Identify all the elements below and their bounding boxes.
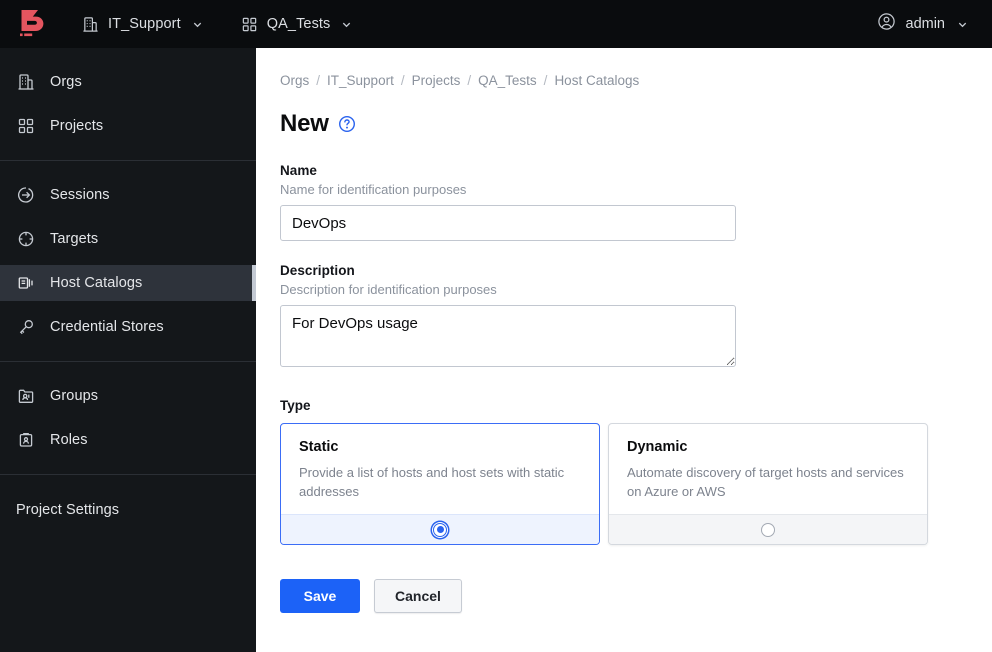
key-icon — [16, 318, 36, 336]
sidebar-item-project-settings[interactable]: Project Settings — [0, 492, 256, 528]
name-help-text: Name for identification purposes — [280, 182, 467, 197]
sidebar-group-global: Orgs Projects — [0, 48, 256, 160]
sidebar-navigation: Orgs Projects Sessions Targets Host Cata… — [0, 48, 256, 652]
sidebar-item-label: Project Settings — [16, 502, 120, 518]
sidebar-item-projects[interactable]: Projects — [0, 108, 256, 144]
host-catalog-icon — [16, 274, 36, 292]
breadcrumb-separator: / — [543, 73, 548, 88]
page-title-row: New — [280, 110, 968, 138]
sidebar-item-label: Targets — [50, 231, 99, 247]
description-help-text: Description for identification purposes — [280, 282, 497, 297]
topnav-org-selector[interactable]: IT_Support — [78, 0, 207, 48]
type-card-body: Dynamic Automate discovery of target hos… — [609, 424, 927, 514]
breadcrumb-separator: / — [467, 73, 472, 88]
sidebar-group-iam: Groups Roles — [0, 362, 256, 474]
sidebar-item-groups[interactable]: Groups — [0, 378, 256, 414]
type-options: Static Provide a list of hosts and host … — [280, 423, 968, 545]
sidebar-item-targets[interactable]: Targets — [0, 221, 256, 257]
content-wrapper: Orgs / IT_Support / Projects / QA_Tests … — [256, 48, 992, 613]
sidebar-item-label: Orgs — [50, 74, 82, 90]
page-title: New — [280, 110, 329, 137]
name-input[interactable] — [280, 205, 736, 241]
sidebar-item-label: Roles — [50, 432, 88, 448]
breadcrumb-separator: / — [400, 73, 405, 88]
sidebar-item-label: Host Catalogs — [50, 275, 143, 291]
roles-badge-icon — [16, 431, 36, 449]
type-field-group: Type Static Provide a list of hosts and … — [280, 398, 968, 545]
name-field-group: Name Name for identification purposes — [280, 163, 968, 241]
sidebar-group-resources: Sessions Targets Host Catalogs Credentia… — [0, 161, 256, 361]
sidebar-item-credential-stores[interactable]: Credential Stores — [0, 309, 256, 345]
user-menu[interactable]: admin — [877, 0, 992, 48]
radio-dot — [436, 526, 444, 533]
type-card-title: Dynamic — [627, 439, 688, 455]
type-card-static[interactable]: Static Provide a list of hosts and host … — [280, 423, 600, 545]
sidebar-item-sessions[interactable]: Sessions — [0, 177, 256, 213]
boundary-logo[interactable] — [0, 0, 64, 48]
sidebar-item-orgs[interactable]: Orgs — [0, 64, 256, 100]
type-radio-static[interactable] — [433, 522, 447, 537]
breadcrumb-item-qa-tests[interactable]: QA_Tests — [478, 73, 537, 88]
type-card-body: Static Provide a list of hosts and host … — [281, 424, 599, 514]
breadcrumb: Orgs / IT_Support / Projects / QA_Tests … — [280, 73, 968, 88]
description-field-group: Description Description for identificati… — [280, 263, 968, 372]
sidebar-item-host-catalogs[interactable]: Host Catalogs — [0, 265, 256, 301]
main-content-area: Orgs / IT_Support / Projects / QA_Tests … — [256, 48, 992, 652]
topnav-project-selector[interactable]: QA_Tests — [237, 0, 357, 48]
type-label: Type — [280, 398, 311, 413]
description-textarea[interactable] — [280, 305, 736, 367]
user-circle-icon — [877, 12, 896, 36]
type-card-dynamic[interactable]: Dynamic Automate discovery of target hos… — [608, 423, 928, 545]
topnav-org-label: IT_Support — [108, 16, 181, 32]
question-circle-icon[interactable] — [338, 115, 356, 133]
type-card-footer — [609, 514, 927, 544]
sidebar-item-label: Credential Stores — [50, 319, 164, 335]
sidebar-item-label: Groups — [50, 388, 99, 404]
cancel-button[interactable]: Cancel — [374, 579, 462, 613]
chevron-down-icon — [957, 19, 968, 30]
type-card-footer — [281, 514, 599, 544]
grid-icon — [16, 117, 36, 135]
description-label: Description — [280, 263, 355, 278]
type-card-description: Provide a list of hosts and host sets wi… — [299, 465, 565, 499]
breadcrumb-separator: / — [316, 73, 321, 88]
top-navigation-bar: IT_Support QA_Tests admin — [0, 0, 992, 48]
topnav-project-label: QA_Tests — [266, 16, 331, 32]
target-icon — [16, 230, 36, 248]
breadcrumb-item-it-support[interactable]: IT_Support — [327, 73, 394, 88]
sidebar-group-settings: Project Settings — [0, 475, 256, 545]
chevron-down-icon — [192, 19, 203, 30]
sidebar-item-roles[interactable]: Roles — [0, 422, 256, 458]
building-icon — [16, 73, 36, 91]
breadcrumb-item-projects[interactable]: Projects — [412, 73, 461, 88]
grid-icon — [241, 16, 258, 33]
form-actions: Save Cancel — [280, 579, 968, 613]
groups-icon — [16, 387, 36, 405]
breadcrumb-item-orgs[interactable]: Orgs — [280, 73, 309, 88]
type-card-title: Static — [299, 439, 339, 455]
type-card-description: Automate discovery of target hosts and s… — [627, 465, 904, 499]
building-icon — [82, 16, 99, 33]
user-menu-label: admin — [905, 16, 946, 32]
breadcrumb-item-host-catalogs[interactable]: Host Catalogs — [554, 73, 639, 88]
arrow-into-circle-icon — [16, 186, 36, 204]
sidebar-item-label: Sessions — [50, 187, 110, 203]
type-radio-dynamic[interactable] — [761, 522, 775, 537]
sidebar-item-label: Projects — [50, 118, 104, 134]
name-label: Name — [280, 163, 317, 178]
save-button[interactable]: Save — [280, 579, 360, 613]
chevron-down-icon — [341, 19, 352, 30]
